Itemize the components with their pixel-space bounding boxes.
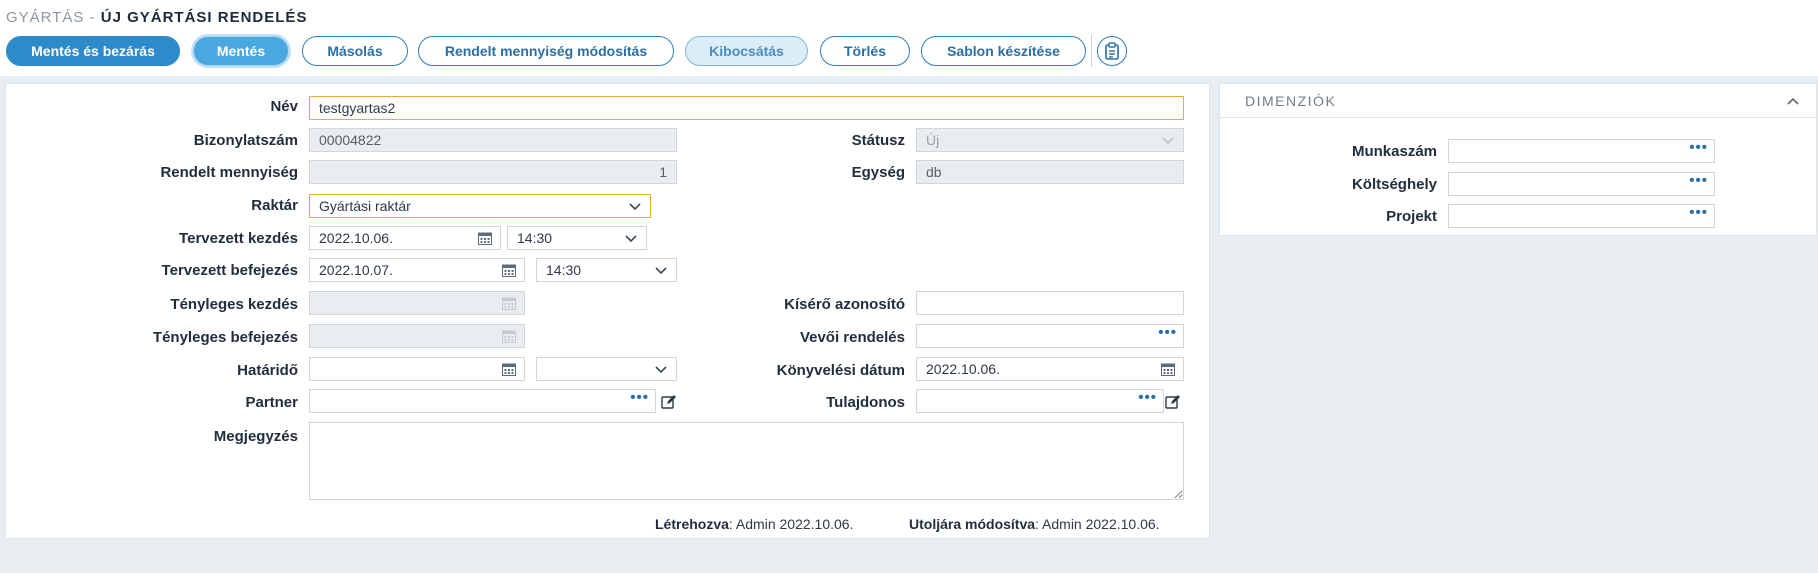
chevron-down-icon: [655, 267, 667, 275]
calendar-icon: [502, 297, 516, 310]
chevron-down-icon: [1162, 137, 1174, 145]
planned-end-label: Tervezett befejezés: [161, 262, 298, 279]
note-label: Megjegyzés: [213, 428, 298, 445]
calendar-icon: [502, 330, 516, 343]
warehouse-select[interactable]: Gyártási raktár: [309, 194, 651, 218]
ordered-quantity-label: Rendelt mennyiség: [160, 164, 298, 181]
calendar-icon[interactable]: [502, 362, 516, 376]
warehouse-value: Gyártási raktár: [319, 198, 411, 214]
owner-label: Tulajdonos: [826, 394, 905, 411]
project-label: Projekt: [1386, 208, 1437, 225]
breadcrumb-section[interactable]: GYÁRTÁS -: [6, 9, 96, 26]
breadcrumb: GYÁRTÁS - ÚJ GYÁRTÁSI RENDELÉS: [6, 9, 307, 26]
chevron-down-icon: [625, 235, 637, 243]
owner-input[interactable]: •••: [916, 389, 1164, 413]
doc-number-value: 00004822: [319, 132, 382, 148]
edit-icon[interactable]: [1165, 394, 1181, 410]
deadline-date-input[interactable]: [309, 357, 525, 381]
cost-center-label: Költséghely: [1351, 176, 1437, 193]
posting-date-label: Könyvelési dátum: [776, 362, 905, 379]
status-select: Új: [916, 128, 1184, 152]
clipboard-icon: [1105, 42, 1119, 60]
created-value: : Admin 2022.10.06.: [728, 516, 854, 532]
customer-order-label: Vevői rendelés: [799, 329, 905, 346]
posting-date-value: 2022.10.06.: [926, 361, 1000, 377]
dimensions-title: DIMENZIÓK: [1245, 93, 1337, 109]
chevron-down-icon: [629, 203, 641, 211]
actual-end-date-field: [309, 324, 525, 348]
created-info: Létrehozva: Admin 2022.10.06.: [655, 516, 853, 532]
work-number-label: Munkaszám: [1351, 143, 1437, 160]
copy-button[interactable]: Másolás: [302, 36, 408, 66]
planned-end-time-value: 14:30: [546, 262, 582, 278]
status-value: Új: [926, 132, 940, 148]
tracking-id-input[interactable]: [916, 291, 1184, 315]
actual-start-date-field: [309, 291, 525, 315]
cost-center-input[interactable]: •••: [1448, 172, 1715, 196]
unit-field: db: [916, 160, 1184, 184]
actual-start-label: Tényleges kezdés: [170, 296, 298, 313]
create-template-button[interactable]: Sablon készítése: [921, 36, 1086, 66]
ordered-quantity-value: 1: [659, 164, 667, 180]
doc-number-label: Bizonylatszám: [193, 132, 298, 149]
more-options-icon[interactable]: •••: [1138, 390, 1157, 409]
save-and-close-button[interactable]: Mentés és bezárás: [6, 36, 180, 66]
unit-label: Egység: [851, 164, 905, 181]
planned-start-label: Tervezett kezdés: [179, 230, 298, 247]
created-label: Létrehozva: [655, 516, 729, 532]
delete-button[interactable]: Törlés: [820, 36, 910, 66]
modified-value: : Admin 2022.10.06.: [1035, 516, 1160, 532]
edit-icon[interactable]: [661, 394, 677, 410]
modified-label: Utoljára módosítva: [909, 516, 1036, 532]
note-textarea[interactable]: [309, 422, 1184, 500]
more-options-icon[interactable]: •••: [630, 390, 649, 409]
posting-date-input[interactable]: 2022.10.06.: [916, 357, 1184, 381]
tracking-id-label: Kísérő azonosító: [784, 296, 905, 313]
planned-end-date-value: 2022.10.07.: [319, 262, 393, 278]
name-value: testgyartas2: [319, 100, 396, 116]
chevron-up-icon[interactable]: [1786, 96, 1800, 106]
save-button[interactable]: Mentés: [193, 36, 289, 66]
deadline-time-select[interactable]: [536, 357, 677, 381]
name-input[interactable]: testgyartas2: [309, 96, 1184, 120]
more-options-icon[interactable]: •••: [1689, 205, 1708, 224]
more-options-icon[interactable]: •••: [1689, 173, 1708, 192]
doc-number-field: 00004822: [309, 128, 677, 152]
toolbar-divider: [1091, 35, 1092, 67]
issue-button[interactable]: Kibocsátás: [685, 36, 808, 66]
clipboard-button[interactable]: [1097, 36, 1127, 66]
unit-value: db: [926, 164, 942, 180]
name-label: Név: [270, 98, 298, 115]
more-options-icon[interactable]: •••: [1158, 325, 1177, 344]
status-label: Státusz: [851, 132, 905, 149]
page-title: ÚJ GYÁRTÁSI RENDELÉS: [100, 9, 308, 26]
deadline-label: Határidő: [237, 362, 298, 379]
work-number-input[interactable]: •••: [1448, 139, 1715, 163]
calendar-icon[interactable]: [502, 263, 516, 277]
planned-end-time-select[interactable]: 14:30: [536, 258, 677, 282]
calendar-icon[interactable]: [478, 231, 492, 245]
planned-start-time-select[interactable]: 14:30: [507, 226, 647, 250]
actual-end-label: Tényleges befejezés: [152, 329, 298, 346]
project-input[interactable]: •••: [1448, 204, 1715, 228]
ordered-quantity-field: 1: [309, 160, 677, 184]
dimensions-header[interactable]: DIMENZIÓK: [1220, 84, 1816, 118]
calendar-icon[interactable]: [1161, 362, 1175, 376]
chevron-down-icon: [655, 366, 667, 374]
planned-end-date-input[interactable]: 2022.10.07.: [309, 258, 525, 282]
partner-input[interactable]: •••: [309, 389, 656, 413]
modify-quantity-button[interactable]: Rendelt mennyiség módosítás: [418, 36, 674, 66]
planned-start-time-value: 14:30: [517, 230, 553, 246]
warehouse-label: Raktár: [251, 197, 298, 214]
top-bar: GYÁRTÁS - ÚJ GYÁRTÁSI RENDELÉS Mentés és…: [0, 0, 1818, 76]
modified-info: Utoljára módosítva: Admin 2022.10.06.: [909, 516, 1160, 532]
customer-order-input[interactable]: •••: [916, 324, 1184, 348]
more-options-icon[interactable]: •••: [1689, 140, 1708, 159]
planned-start-date-input[interactable]: 2022.10.06.: [309, 226, 501, 250]
partner-label: Partner: [245, 394, 298, 411]
planned-start-date-value: 2022.10.06.: [319, 230, 393, 246]
